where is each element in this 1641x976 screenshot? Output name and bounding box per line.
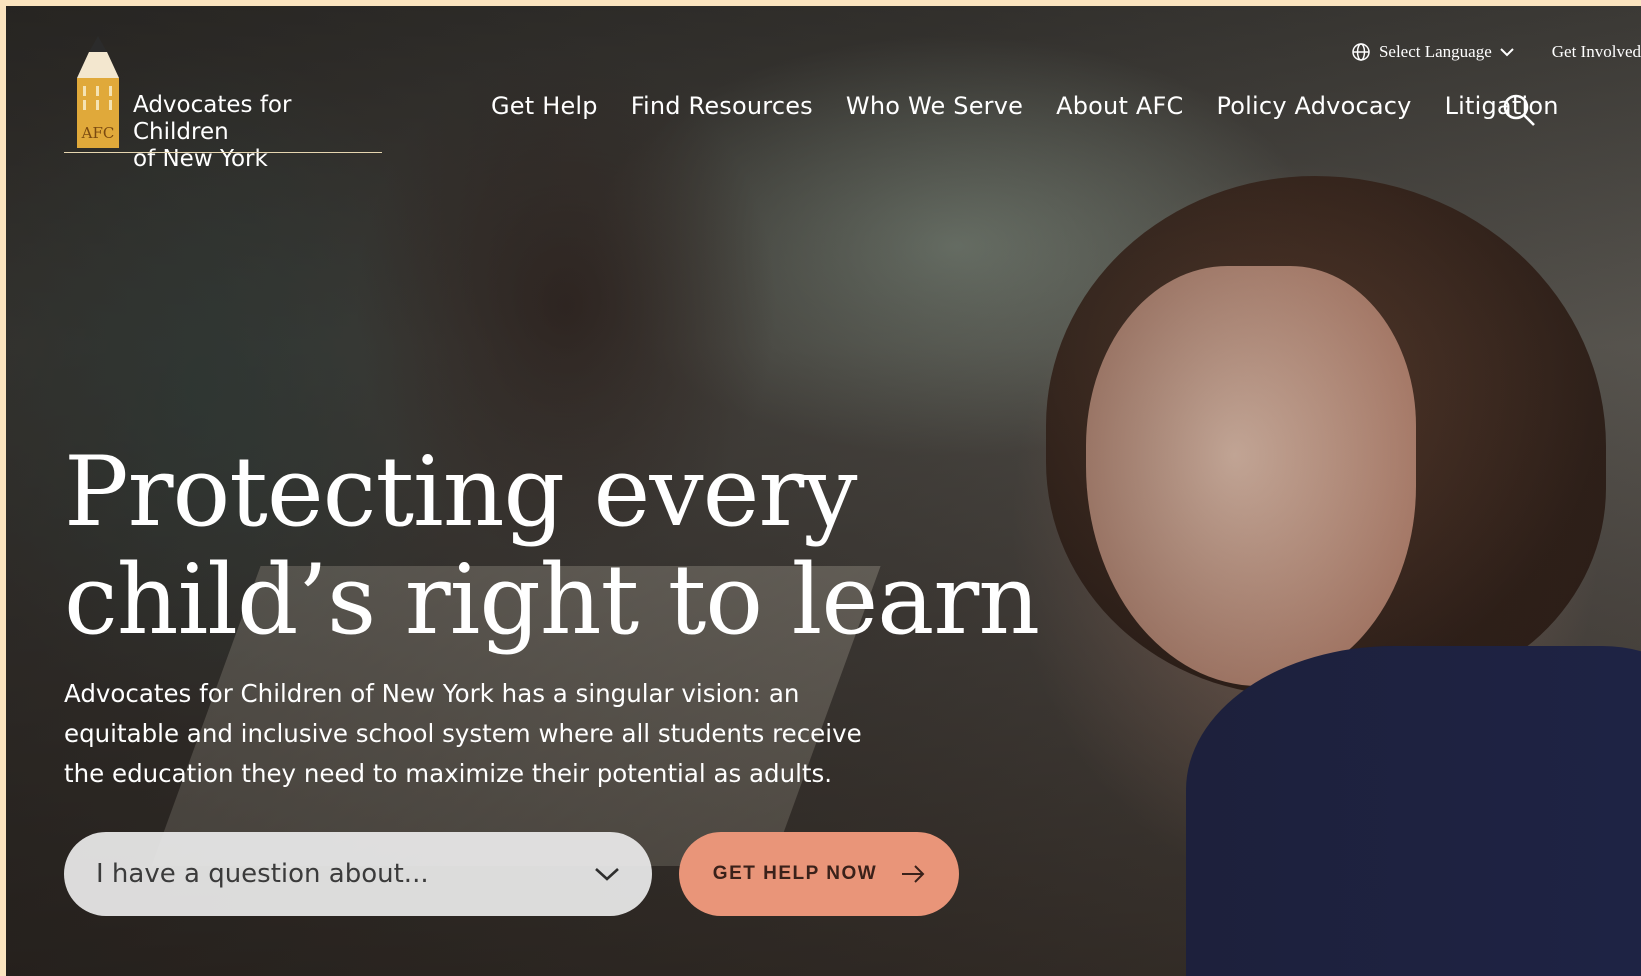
chevron-down-icon (595, 868, 619, 881)
headline-line1: Protecting every (64, 436, 857, 548)
hero-section: AFC Advocates for Children of New York S… (6, 6, 1641, 976)
nav-about-afc[interactable]: About AFC (1056, 92, 1183, 120)
utility-bar: Select Language Get Involved (1351, 42, 1641, 62)
nav-who-we-serve[interactable]: Who We Serve (846, 92, 1023, 120)
logo-badge: AFC (81, 124, 115, 142)
language-label: Select Language (1378, 42, 1492, 61)
globe-icon (1352, 43, 1370, 61)
logo-divider (64, 152, 382, 153)
main-nav: Get Help Find Resources Who We Serve Abo… (491, 92, 1559, 120)
question-select[interactable]: I have a question about... (64, 832, 652, 916)
pencil-logo-icon: AFC (77, 36, 119, 148)
get-involved-link[interactable]: Get Involved (1552, 42, 1641, 62)
get-help-now-button[interactable]: GET HELP NOW (679, 832, 959, 916)
site-logo[interactable]: AFC Advocates for Children of New York (64, 36, 384, 172)
nav-get-help[interactable]: Get Help (491, 92, 598, 120)
logo-text: Advocates for Children of New York (133, 92, 384, 173)
question-select-value: I have a question about... (96, 859, 429, 889)
chevron-down-icon (1500, 48, 1514, 57)
headline-line2: child’s right to learn (64, 544, 1040, 656)
hero-description: Advocates for Children of New York has a… (64, 679, 862, 788)
nav-policy-advocacy[interactable]: Policy Advocacy (1216, 92, 1411, 120)
hero-headline: Protecting every child’s right to learn (64, 436, 1040, 656)
logo-line2: of New York (133, 146, 268, 172)
search-icon[interactable] (1501, 92, 1537, 128)
nav-find-resources[interactable]: Find Resources (631, 92, 813, 120)
cta-label: GET HELP NOW (712, 863, 878, 884)
logo-line1: Advocates for Children (133, 92, 292, 145)
language-selector[interactable]: Select Language (1351, 42, 1514, 62)
arrow-right-icon (902, 865, 925, 883)
